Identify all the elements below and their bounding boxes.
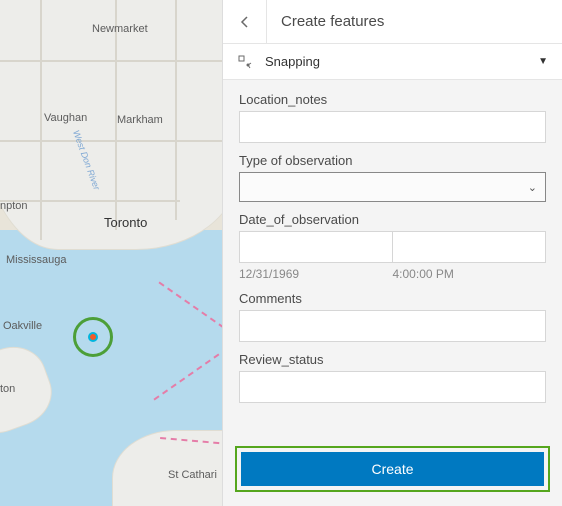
panel-footer: Create	[223, 438, 562, 506]
attribute-form: Location_notes Type of observation ⌄ Dat…	[223, 80, 562, 438]
snapping-label: Snapping	[265, 54, 538, 69]
city-hampton: npton	[0, 200, 28, 212]
type-of-observation-label: Type of observation	[239, 153, 546, 168]
city-toronto: Toronto	[104, 215, 147, 230]
city-newmarket: Newmarket	[92, 23, 148, 35]
date-of-observation-label: Date_of_observation	[239, 212, 546, 227]
map-pane[interactable]: West Don River Newmarket Vaughan Markham…	[0, 0, 222, 506]
city-mississauga: Mississauga	[6, 254, 67, 266]
create-button-highlight: Create	[235, 446, 550, 492]
city-oakville: Oakville	[3, 320, 42, 332]
chevron-down-icon: ⌄	[528, 181, 537, 194]
create-features-panel: Create features Snapping ▼ Location_note…	[222, 0, 562, 506]
snapping-icon	[237, 54, 255, 70]
date-input[interactable]	[239, 231, 392, 263]
location-notes-label: Location_notes	[239, 92, 546, 107]
time-hint: 4:00:00 PM	[393, 267, 547, 281]
time-input[interactable]	[392, 231, 546, 263]
review-status-input[interactable]	[239, 371, 546, 403]
back-button[interactable]	[223, 0, 267, 44]
location-notes-input[interactable]	[239, 111, 546, 143]
point-marker[interactable]	[88, 332, 98, 342]
type-of-observation-select[interactable]: ⌄	[239, 172, 546, 202]
create-button[interactable]: Create	[241, 452, 544, 486]
comments-label: Comments	[239, 291, 546, 306]
snapping-toggle[interactable]: Snapping ▼	[223, 44, 562, 80]
date-hint: 12/31/1969	[239, 267, 393, 281]
panel-title: Create features	[267, 13, 384, 30]
review-status-label: Review_status	[239, 352, 546, 367]
comments-input[interactable]	[239, 310, 546, 342]
panel-header: Create features	[223, 0, 562, 44]
city-burlington: ton	[0, 383, 15, 395]
chevron-left-icon	[239, 16, 251, 28]
city-vaughan: Vaughan	[44, 112, 87, 124]
city-stcatharines: St Cathari	[168, 469, 217, 481]
caret-down-icon: ▼	[538, 56, 548, 67]
city-markham: Markham	[117, 114, 163, 126]
